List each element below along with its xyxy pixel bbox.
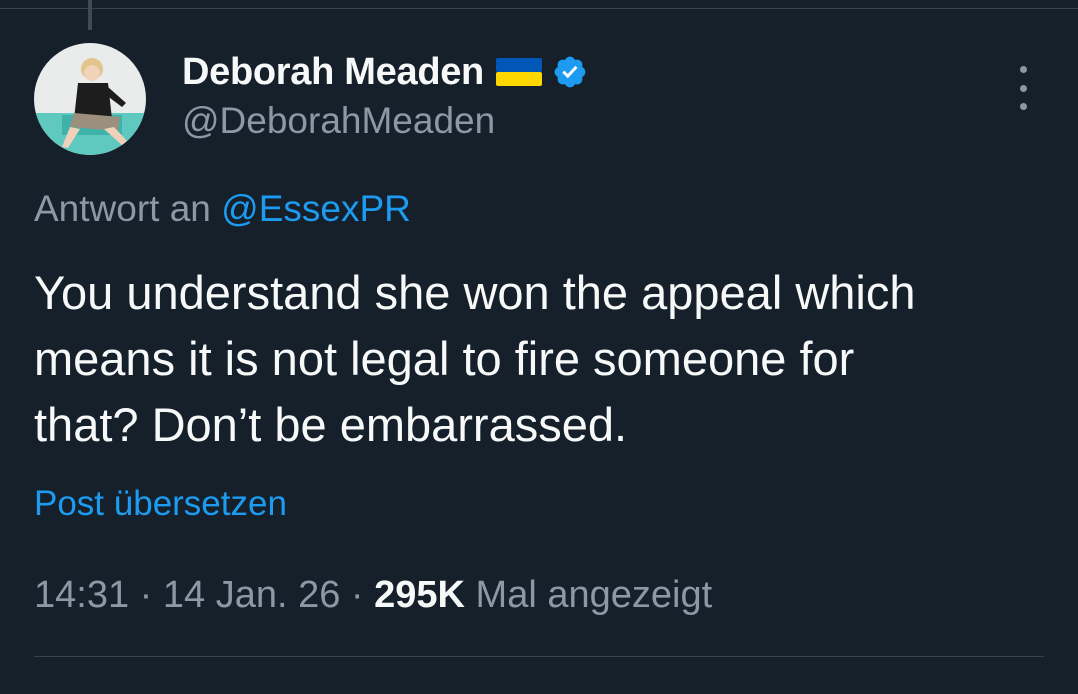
tweet-text: You understand she won the appeal which … bbox=[34, 266, 916, 451]
verified-badge-icon[interactable] bbox=[552, 54, 588, 90]
reply-context: Antwort an @EssexPR bbox=[34, 188, 411, 230]
tweet-meta: 14:31 · 14 Jan. 26 · 295K Mal angezeigt bbox=[34, 574, 712, 617]
views-label: Mal angezeigt bbox=[475, 574, 713, 616]
author-handle[interactable]: @DeborahMeaden bbox=[182, 100, 495, 142]
tweet-date[interactable]: 14 Jan. 26 bbox=[163, 574, 340, 616]
reply-prefix: Antwort an bbox=[34, 188, 211, 229]
thread-connector-line bbox=[88, 0, 92, 30]
meta-separator: · bbox=[129, 574, 163, 616]
avatar[interactable] bbox=[34, 43, 146, 155]
tweet-time[interactable]: 14:31 bbox=[34, 574, 129, 616]
top-divider bbox=[0, 0, 1078, 9]
more-options-icon[interactable] bbox=[1006, 66, 1040, 110]
ukraine-flag-icon bbox=[495, 56, 542, 88]
translate-post-link[interactable]: Post übersetzen bbox=[34, 484, 287, 524]
reply-mention-link[interactable]: @EssexPR bbox=[221, 188, 411, 229]
author-name-row: Deborah Meaden bbox=[182, 48, 588, 96]
author-display-name[interactable]: Deborah Meaden bbox=[182, 51, 484, 94]
views-count: 295K bbox=[374, 574, 465, 616]
bottom-divider bbox=[34, 656, 1044, 657]
meta-separator: · bbox=[340, 574, 375, 616]
